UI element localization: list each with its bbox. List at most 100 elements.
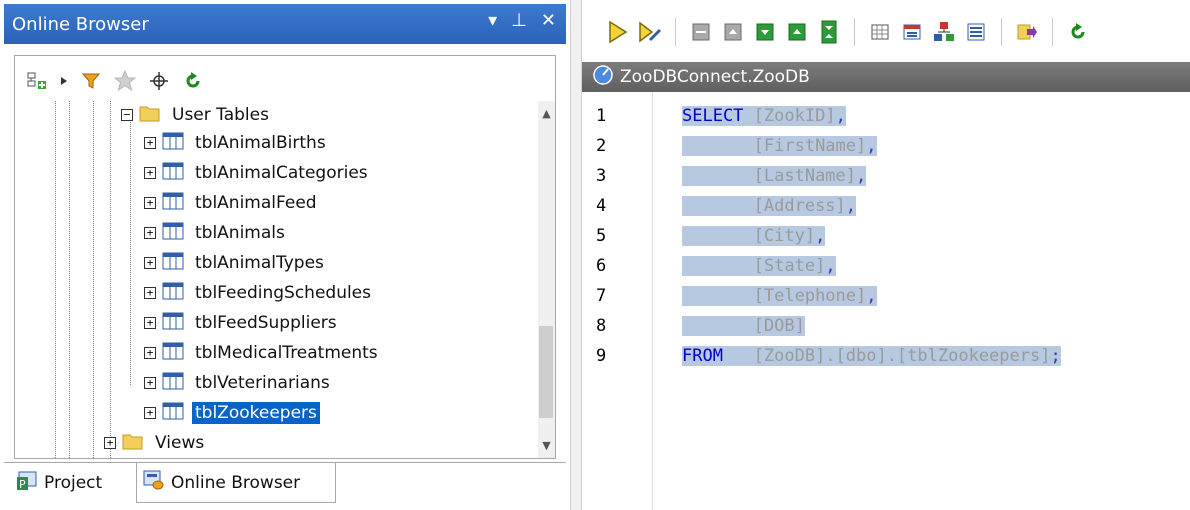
expand-icon[interactable]: + <box>144 137 156 149</box>
export-icon[interactable] <box>1013 18 1041 46</box>
table-label: tblAnimals <box>195 223 285 243</box>
hierarchy-icon[interactable] <box>930 18 958 46</box>
line-number: 6 <box>596 256 607 276</box>
editor-tab[interactable]: ZooDBConnect.ZooDB <box>582 62 1190 92</box>
scroll-up-arrow-icon[interactable]: ▲ <box>538 107 555 121</box>
tree-table-row[interactable]: + tblAnimals <box>144 219 288 247</box>
tree-folder-views[interactable]: + Views <box>104 429 207 457</box>
browser-toolbar <box>25 66 205 96</box>
tree-table-row[interactable]: + tblVeterinarians <box>144 369 333 397</box>
collapse-icon[interactable]: − <box>121 109 133 121</box>
line-number: 3 <box>596 166 607 186</box>
execute-for-editing-icon[interactable] <box>636 18 664 46</box>
expand-icon[interactable]: + <box>144 407 156 419</box>
sql-punctuation: , <box>815 226 826 246</box>
code-line: [DOB] <box>682 316 805 336</box>
table-icon <box>162 372 184 395</box>
line-number: 2 <box>596 136 607 156</box>
tree-frame: − User Tables + tblAnimalBirths + tblAni… <box>14 55 556 459</box>
refresh-icon[interactable] <box>1064 18 1092 46</box>
table-icon <box>162 312 184 335</box>
tree-folder-user-tables[interactable]: − User Tables <box>121 101 272 129</box>
expand-icon[interactable]: + <box>144 347 156 359</box>
add-connection-icon[interactable] <box>25 69 49 93</box>
sql-punctuation: , <box>856 166 867 186</box>
line-number: 5 <box>596 226 607 246</box>
collapse-all-icon[interactable] <box>687 18 715 46</box>
code-line: [State], <box>682 256 836 276</box>
database-tree: − User Tables + tblAnimalBirths + tblAni… <box>15 101 535 458</box>
refresh-icon[interactable] <box>181 69 205 93</box>
sql-punctuation: , <box>845 196 857 216</box>
code-line: [Address], <box>682 196 857 216</box>
panel-pin-button[interactable]: ⊥ <box>511 10 527 31</box>
scroll-thumb[interactable] <box>539 326 553 418</box>
dropdown-arrow-icon[interactable] <box>59 69 69 93</box>
sql-identifier: [LastName] <box>753 166 857 186</box>
expand-icon[interactable]: + <box>144 317 156 329</box>
toolbar-separator <box>1001 18 1002 46</box>
favorite-star-icon[interactable] <box>113 69 137 93</box>
tree-table-row[interactable]: + tblFeedingSchedules <box>144 279 374 307</box>
expand-icon[interactable]: + <box>144 257 156 269</box>
form-view-icon[interactable] <box>898 18 926 46</box>
tab-project[interactable]: P Project <box>10 463 134 503</box>
sql-identifier: [Address] <box>753 196 846 216</box>
expand-icon[interactable]: + <box>104 437 116 449</box>
expand-icon[interactable]: + <box>144 287 156 299</box>
expand-all-icon[interactable] <box>815 18 843 46</box>
code-line: [City], <box>682 226 826 246</box>
tree-table-row[interactable]: + tblAnimalFeed <box>144 189 320 217</box>
toolbar-separator <box>675 18 676 46</box>
tree-table-row-selected[interactable]: + tblZookeepers <box>144 399 320 427</box>
tree-table-row[interactable]: + tblAnimalTypes <box>144 249 327 277</box>
line-number: 9 <box>596 346 607 366</box>
locate-icon[interactable] <box>147 69 171 93</box>
expand-icon[interactable]: + <box>144 197 156 209</box>
table-label-selected: tblZookeepers <box>192 402 320 424</box>
sql-punctuation: , <box>835 106 846 126</box>
tree-table-row[interactable]: + tblMedicalTreatments <box>144 339 381 367</box>
grid-view-icon[interactable] <box>866 18 894 46</box>
panel-controls: ▾ ⊥ ✕ <box>488 10 556 31</box>
tree-scrollbar[interactable]: ▲ ▼ <box>538 101 555 458</box>
sql-identifier: [Telephone] <box>753 286 867 306</box>
code-line: [FirstName], <box>682 136 877 156</box>
table-icon <box>162 402 184 425</box>
sql-keyword: FROM <box>682 346 723 366</box>
sql-punctuation: , <box>866 136 877 156</box>
execute-icon[interactable] <box>604 18 632 46</box>
table-label: tblFeedingSchedules <box>195 283 372 303</box>
panel-splitter[interactable] <box>570 0 582 510</box>
expand-icon[interactable]: + <box>144 167 156 179</box>
table-icon <box>162 282 184 305</box>
panel-title-bar: Online Browser ▾ ⊥ ✕ <box>4 4 566 44</box>
folder-icon <box>139 104 161 127</box>
expand-icon[interactable]: + <box>144 227 156 239</box>
collapse-green-icon[interactable] <box>783 18 811 46</box>
table-label: tblAnimalTypes <box>195 253 324 273</box>
filter-icon[interactable] <box>79 69 103 93</box>
expand-icon[interactable]: + <box>144 377 156 389</box>
table-icon <box>162 162 184 185</box>
online-browser-panel: Online Browser ▾ ⊥ ✕ − User Tables + tbl… <box>0 0 570 510</box>
code-line: [Telephone], <box>682 286 877 306</box>
tree-table-row[interactable]: + tblFeedSuppliers <box>144 309 340 337</box>
expand-green-icon[interactable] <box>751 18 779 46</box>
list-view-icon[interactable] <box>962 18 990 46</box>
table-label: tblAnimalBirths <box>195 133 326 153</box>
tab-online-browser[interactable]: Online Browser <box>136 463 336 503</box>
expand-up-icon[interactable] <box>719 18 747 46</box>
connection-gauge-icon <box>592 64 614 91</box>
tree-table-row[interactable]: + tblAnimalCategories <box>144 159 371 187</box>
sql-editor[interactable]: 1 2 3 4 5 6 7 8 9 SELECT [ZookID], [Firs… <box>582 92 1190 510</box>
line-number: 1 <box>596 106 607 126</box>
tree-table-row[interactable]: + tblAnimalBirths <box>144 129 329 157</box>
code-line: FROM [ZooDB].[dbo].[tblZookeepers]; <box>682 346 1061 366</box>
scroll-down-arrow-icon[interactable]: ▼ <box>538 439 555 453</box>
panel-close-button[interactable]: ✕ <box>541 10 556 31</box>
tree-guide-line <box>69 101 70 458</box>
panel-menu-button[interactable]: ▾ <box>488 10 497 31</box>
sql-punctuation: ; <box>1050 346 1061 366</box>
sql-punctuation: , <box>825 256 836 276</box>
